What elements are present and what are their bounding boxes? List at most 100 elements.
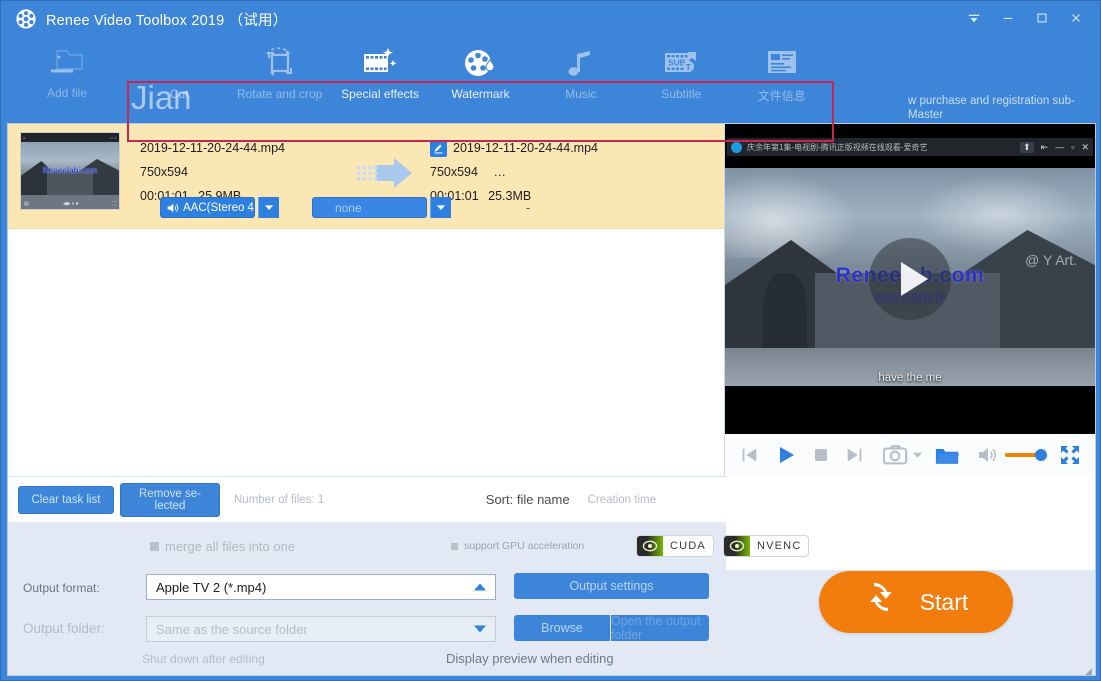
table-row[interactable]: ●▭ ✕ Reneelab.com ▤◀▶ ⏸ ⏹⛶ 2019-12-11-20… [8, 124, 724, 229]
svg-text:T: T [686, 62, 692, 72]
track-selectors: AAC(Stereo 4 none - [160, 197, 530, 218]
remove-selected-button[interactable]: Remove se-lected [120, 483, 220, 517]
window-title: Renee Video Toolbox 2019 （试用） [46, 9, 287, 30]
output-settings-button[interactable]: Output settings [514, 573, 709, 599]
tool-watermark[interactable]: Watermark [430, 39, 530, 109]
start-button-label: Start [920, 589, 969, 616]
tool-file-info[interactable]: 文件信息 [732, 39, 832, 109]
gpu-acceleration-label: support GPU acceleration [464, 540, 584, 552]
sort-filename-option[interactable]: Sort: file name [486, 492, 570, 507]
sort-creation-time-option[interactable]: Creation time [588, 494, 656, 506]
close-icon: ✕ [1081, 142, 1089, 153]
gpu-acceleration-checkbox[interactable]: support GPU acceleration [451, 540, 584, 552]
tool-subtitle[interactable]: SUB T Subtitle [631, 39, 731, 109]
audio-track-select[interactable]: AAC(Stereo 4 [160, 197, 255, 218]
subtitle-track-select[interactable]: none [312, 197, 427, 218]
special-effects-icon [360, 43, 400, 83]
clear-task-list-button[interactable]: Clear task list [18, 486, 114, 514]
subtitle-track-value: none [313, 201, 362, 215]
tool-label-rotate-and-crop: Rotate and crop [237, 87, 322, 101]
add-file-button[interactable]: Add file [15, 39, 119, 107]
volume-button[interactable] [977, 446, 997, 464]
right-arrow-icon [356, 156, 414, 195]
tool-label-subtitle: Subtitle [661, 87, 701, 101]
refresh-circle-icon [864, 580, 904, 625]
minimize-button[interactable] [992, 5, 1024, 31]
maximize-button[interactable] [1026, 5, 1058, 31]
snapshot-dropdown[interactable] [912, 451, 923, 459]
maximize-icon: ▫ [1071, 142, 1074, 152]
nvidia-eye-icon [637, 536, 663, 556]
shutdown-after-editing-option[interactable]: Shut down after editing [142, 652, 265, 666]
output-format-select[interactable]: Apple TV 2 (*.mp4) [146, 574, 496, 600]
options-strip: merge all files into one support GPU acc… [8, 522, 726, 570]
tool-cut[interactable]: Cut [129, 39, 229, 109]
audio-track-caret[interactable] [258, 197, 279, 218]
video-player[interactable]: 庆余年第1集-电视剧-腾讯正版视频在线观看-爱奇艺 ⬆ ⇤ — ▫ ✕ [725, 124, 1095, 434]
tool-buttons: Cut Rotate and crop [129, 39, 832, 109]
title-bar: Renee Video Toolbox 2019 （试用） [1, 1, 1100, 37]
source-resolution: 750x594 [140, 160, 340, 184]
subtitle-status: - [526, 201, 530, 215]
output-folder-select[interactable]: Same as the source folder [146, 616, 496, 642]
registration-notice: w purchase and registration sub-Master [908, 94, 1090, 122]
window-controls [958, 5, 1092, 31]
next-button[interactable] [845, 445, 865, 465]
output-folder-label: Output folder: [23, 621, 105, 636]
pin-icon: ⬆ [1020, 142, 1034, 153]
thumbnail-watermark: Reneelab.com [21, 166, 119, 175]
start-button[interactable]: Start [819, 571, 1013, 633]
output-resolution: 750x594 [430, 165, 478, 179]
checkbox-icon[interactable] [150, 542, 159, 551]
resize-grip[interactable]: ◢ [1085, 666, 1097, 678]
tool-rotate-and-crop[interactable]: Rotate and crop [229, 39, 329, 109]
open-folder-button[interactable] [935, 445, 959, 466]
previous-button[interactable] [739, 445, 759, 465]
rotate-crop-icon [261, 43, 299, 83]
gpu-badges: CUDA NVENC [636, 535, 809, 557]
audio-track-value: AAC(Stereo 4 [183, 202, 254, 214]
fullscreen-button[interactable] [1059, 444, 1081, 466]
nvenc-badge-label: NVENC [750, 540, 809, 552]
chevron-up-icon[interactable] [473, 583, 487, 592]
browse-button[interactable]: Browse [514, 615, 610, 641]
preview-panel: 庆余年第1集-电视剧-腾讯正版视频在线观看-爱奇艺 ⬆ ⇤ — ▫ ✕ [724, 124, 1095, 476]
application-window: Renee Video Toolbox 2019 （试用） [0, 0, 1101, 681]
stop-button[interactable] [813, 447, 829, 463]
tool-special-effects[interactable]: Special effects [330, 39, 430, 109]
music-note-icon [565, 43, 597, 83]
output-filename: 2019-12-11-20-24-44.mp4 [453, 136, 598, 160]
watermark-icon [461, 43, 499, 83]
snapshot-button[interactable] [883, 444, 909, 466]
tool-music[interactable]: Music [531, 39, 631, 109]
number-of-files-label: Number of files: 1 [234, 494, 324, 506]
subtitle-icon: SUB T [661, 43, 701, 83]
checkbox-icon[interactable] [451, 543, 458, 550]
output-format-label: Output format: [23, 581, 100, 595]
video-thumbnail: ●▭ ✕ Reneelab.com ▤◀▶ ⏸ ⏹⛶ [20, 132, 120, 210]
cuda-badge: CUDA [636, 535, 714, 557]
subtitle-track-caret[interactable] [430, 197, 451, 218]
chevron-down-icon[interactable] [473, 625, 487, 634]
play-circle-icon[interactable] [869, 238, 951, 320]
merge-files-checkbox[interactable]: merge all files into one [150, 539, 295, 554]
edit-pencil-icon[interactable] [430, 140, 447, 157]
volume-slider-knob[interactable] [1035, 449, 1047, 461]
tool-label-watermark: Watermark [451, 87, 509, 101]
play-button[interactable] [775, 444, 797, 466]
tool-label-special-effects: Special effects [341, 87, 419, 101]
restore-icon: ⇤ [1041, 142, 1049, 153]
open-output-folder-button[interactable]: Open the output folder [611, 615, 709, 641]
close-button[interactable] [1060, 5, 1092, 31]
cuda-badge-label: CUDA [663, 540, 713, 552]
film-reel-icon [15, 8, 37, 30]
output-folder-value: Same as the source folder [156, 622, 308, 637]
display-preview-option[interactable]: Display preview when editing [446, 651, 614, 666]
task-toolbar: Clear task list Remove se-lected Number … [8, 476, 726, 522]
volume-slider[interactable] [1005, 453, 1043, 457]
tool-label-file-info: 文件信息 [758, 87, 806, 104]
browser-favicon-icon [731, 142, 742, 153]
menu-dropdown-button[interactable] [958, 5, 990, 31]
file-list[interactable]: ●▭ ✕ Reneelab.com ▤◀▶ ⏸ ⏹⛶ 2019-12-11-20… [8, 124, 724, 476]
merge-files-label: merge all files into one [165, 539, 295, 554]
